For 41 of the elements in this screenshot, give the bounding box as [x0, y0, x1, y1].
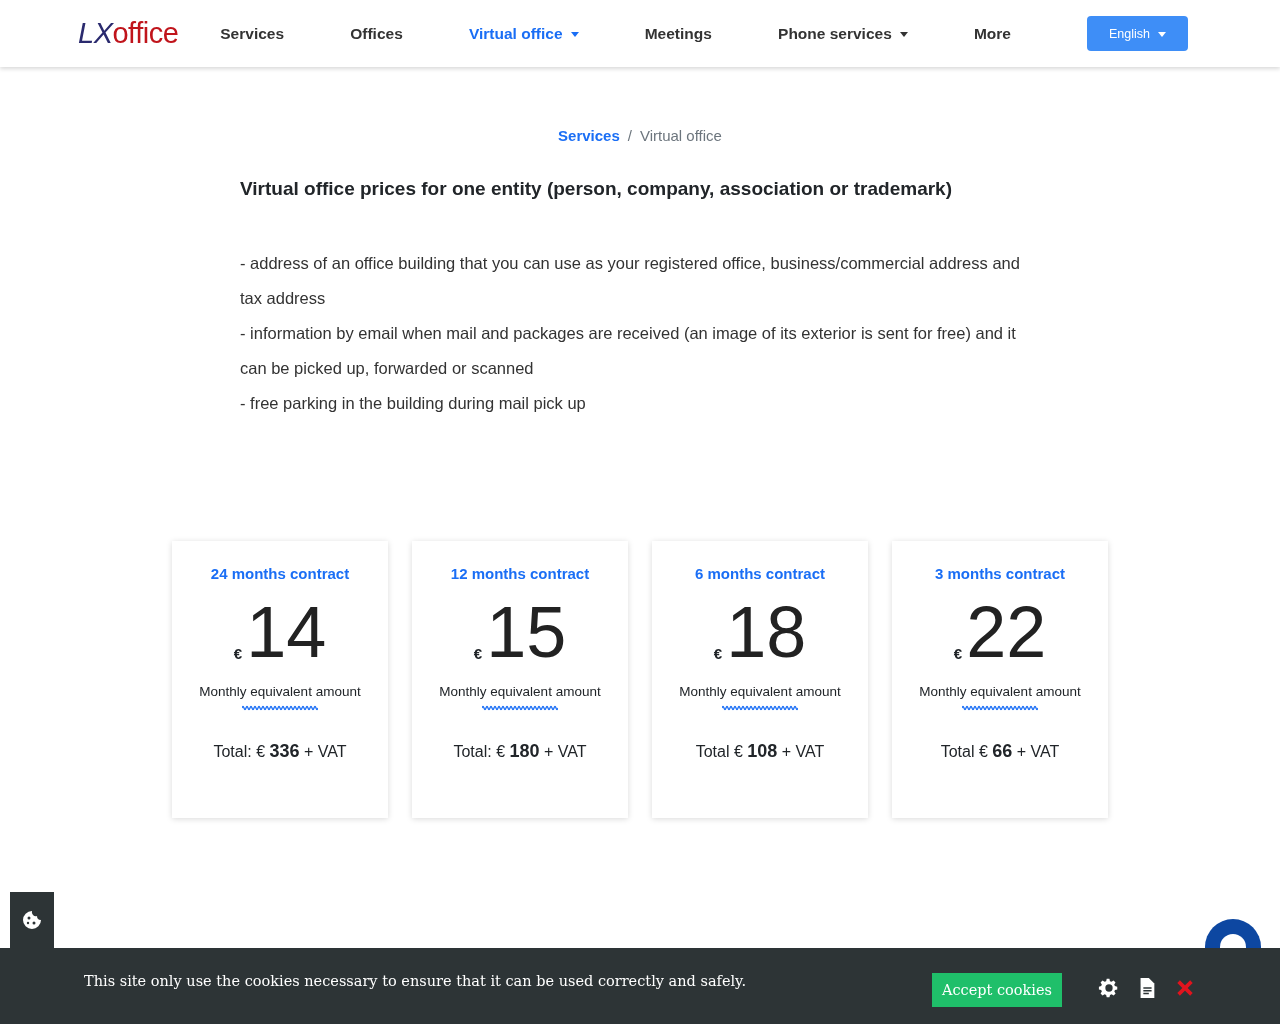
cookie-message: This site only use the cookies necessary to ensure that it can be used correctly and safely. [84, 973, 747, 989]
plan-title: 6 months contract [695, 565, 825, 582]
price-label: Monthly equivalent amount [199, 684, 361, 699]
price-label: Monthly equivalent amount [919, 684, 1081, 699]
total-price: Total € 66 + VAT [940, 741, 1060, 762]
feature-text: - free parking in the building during mail pick up [240, 393, 587, 414]
currency-symbol: € [233, 645, 243, 662]
price-label: Monthly equivalent amount [439, 684, 601, 699]
nav-link[interactable]: Services [220, 24, 285, 43]
caret-icon [899, 31, 908, 37]
cookie-icon [22, 910, 42, 930]
page-heading: Virtual office prices for one entity (person, company, association or trademark) [240, 178, 953, 200]
cookie-settings-tab[interactable] [10, 892, 54, 948]
settings-icon[interactable] [1098, 977, 1120, 999]
logo[interactable]: LXoffice [78, 17, 179, 50]
currency-symbol: € [953, 645, 963, 662]
nav-link[interactable]: Phone services [778, 24, 908, 43]
price-amount: 22 [966, 596, 1047, 668]
price-label: Monthly equivalent amount [679, 684, 841, 699]
breadcrumb-current: Virtual office [639, 127, 722, 144]
breadcrumb-separator: / [627, 127, 632, 144]
nav-link[interactable]: Offices [350, 24, 403, 43]
price-amount: 15 [486, 596, 567, 668]
nav-link[interactable]: Virtual office [468, 24, 579, 43]
total-price: Total € 108 + VAT [695, 741, 825, 762]
breadcrumb-link[interactable]: Services [558, 127, 620, 144]
nav-link[interactable]: More [973, 24, 1011, 43]
feature-text: - information by email when mail and packages are received (an image of its exterior is sent for free) and it can be picked up, forwarded or scanned [240, 323, 1017, 379]
caret-icon [1158, 31, 1166, 37]
currency-symbol: € [713, 645, 723, 662]
currency-symbol: € [473, 645, 483, 662]
plan-title: 24 months contract [210, 565, 350, 582]
plan-title: 3 months contract [935, 565, 1065, 582]
nav-link[interactable]: Meetings [644, 24, 712, 43]
price-amount: 18 [726, 596, 807, 668]
total-price: Total: € 336 + VAT [213, 741, 347, 762]
price-amount: 14 [246, 596, 327, 668]
caret-icon [570, 31, 579, 37]
feature-text: - address of an office building that you can use as your registered office, business/commercial address and tax address [240, 253, 1021, 309]
total-price: Total: € 180 + VAT [453, 741, 587, 762]
plan-title: 12 months contract [450, 565, 590, 582]
